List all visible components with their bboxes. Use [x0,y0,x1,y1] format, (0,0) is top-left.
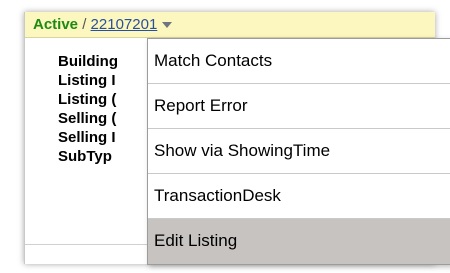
listing-number-link[interactable]: 22107201 [91,16,158,33]
listing-actions-menu: Match Contacts Report Error Show via Sho… [147,38,450,265]
chevron-down-icon[interactable] [162,22,173,29]
menu-item-match-contacts[interactable]: Match Contacts [148,39,450,84]
menu-item-edit-listing[interactable]: Edit Listing [148,219,450,264]
field-label-selling-1: Selling ( [58,110,117,127]
field-label-subtype: SubTyp [58,148,112,165]
field-label-listing-2: Listing ( [58,91,117,108]
listing-header: Active / 22107201 [25,12,435,38]
menu-item-show-via-showingtime[interactable]: Show via ShowingTime [148,129,450,174]
header-separator: / [78,16,91,33]
field-labels: Building Listing I Listing ( Selling ( S… [58,52,118,166]
menu-item-report-error[interactable]: Report Error [148,84,450,129]
field-label-listing-1: Listing I [58,72,116,89]
field-label-building: Building [58,53,118,70]
menu-item-transactiondesk[interactable]: TransactionDesk [148,174,450,219]
field-label-selling-2: Selling I [58,129,116,146]
status-label: Active [33,16,79,33]
